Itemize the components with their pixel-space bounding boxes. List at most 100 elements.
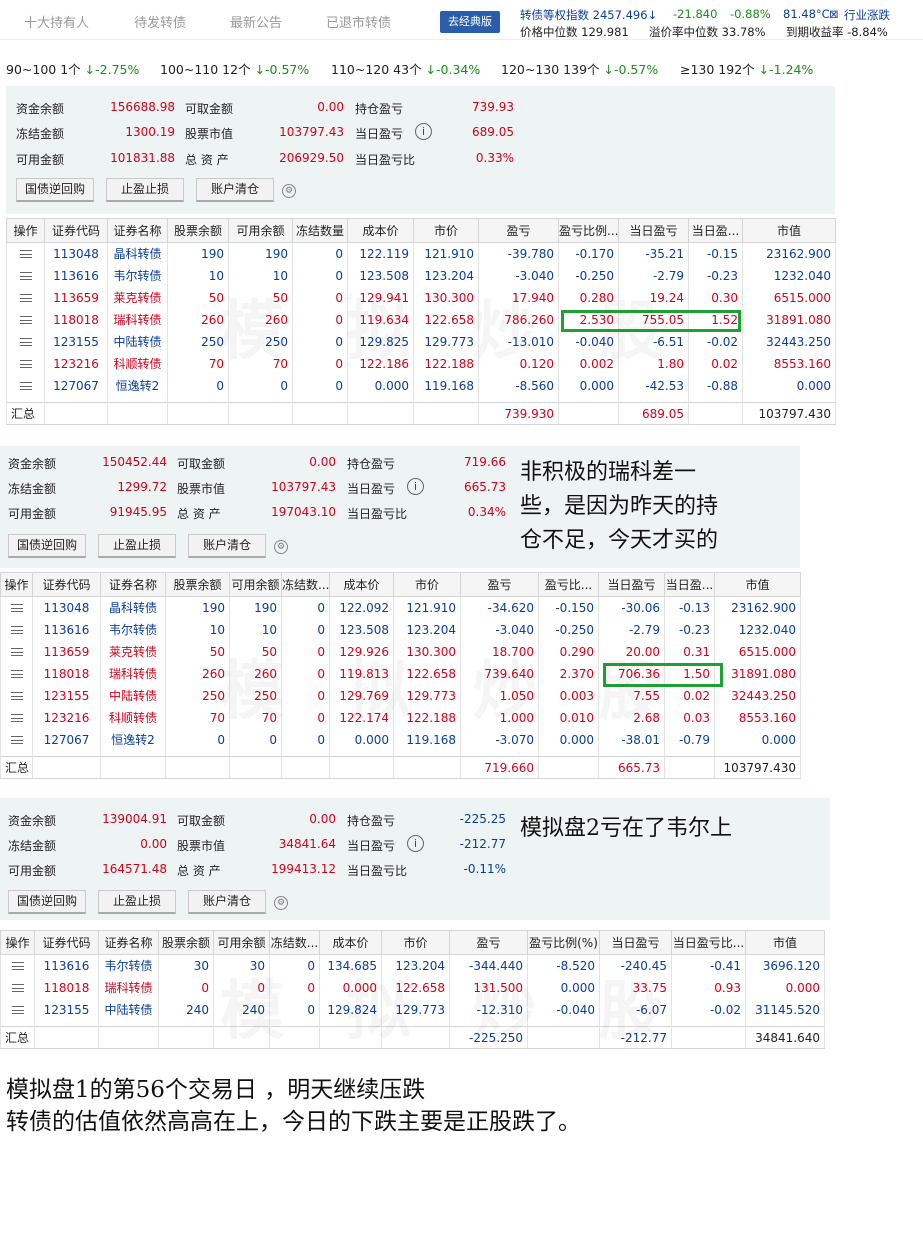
cell-name[interactable]: 中陆转债 bbox=[107, 330, 168, 353]
cell-name[interactable]: 恒逸转2 bbox=[100, 728, 166, 751]
column-header[interactable]: 市价 bbox=[381, 930, 450, 955]
column-header[interactable]: 股票余额 bbox=[158, 930, 214, 955]
column-header[interactable]: 盈亏比例(%) bbox=[527, 930, 600, 955]
column-header[interactable]: 市值 bbox=[742, 218, 836, 243]
column-header[interactable]: 市价 bbox=[413, 218, 479, 243]
cell-code[interactable]: 113659 bbox=[44, 286, 108, 309]
cell-name[interactable]: 韦尔转债 bbox=[107, 264, 168, 287]
column-header[interactable]: 操作 bbox=[0, 930, 35, 955]
column-header[interactable]: 冻结数量 bbox=[292, 218, 348, 243]
row-menu-icon[interactable] bbox=[6, 242, 45, 265]
column-header[interactable]: 证券代码 bbox=[44, 218, 108, 243]
row-menu-icon[interactable] bbox=[0, 662, 33, 685]
row-menu-icon[interactable] bbox=[0, 954, 35, 977]
stop-profit-loss-button[interactable]: 止盈止损 bbox=[98, 534, 176, 558]
column-header[interactable]: 成本价 bbox=[319, 930, 382, 955]
treasury-repo-button[interactable]: 国债逆回购 bbox=[16, 178, 94, 202]
column-header[interactable]: 可用余额 bbox=[228, 218, 293, 243]
classic-version-button[interactable]: 去经典版 bbox=[440, 11, 500, 33]
clear-account-button[interactable]: 账户清仓 bbox=[196, 178, 274, 202]
column-header[interactable]: 成本价 bbox=[347, 218, 414, 243]
table-row[interactable]: 127067 恒逸转2 0 0 0 0.000 119.168 -8.560 0.000 -42.… bbox=[6, 374, 836, 397]
settings-gear-icon[interactable]: ⚙ bbox=[282, 184, 296, 198]
treasury-repo-button[interactable]: 国债逆回购 bbox=[8, 890, 86, 914]
row-menu-icon[interactable] bbox=[0, 976, 35, 999]
row-menu-icon[interactable] bbox=[0, 640, 33, 663]
row-menu-icon[interactable] bbox=[0, 706, 33, 729]
table-row[interactable]: 113048 晶科转债 190 190 0 122.119 121.910 -39.780 -0… bbox=[6, 242, 836, 265]
cell-name[interactable]: 瑞科转债 bbox=[98, 976, 159, 999]
clear-account-button[interactable]: 账户清仓 bbox=[188, 534, 266, 558]
chart-icon[interactable]: ⊠ bbox=[829, 7, 839, 21]
info-icon[interactable]: i bbox=[415, 123, 432, 140]
column-header[interactable]: 市值 bbox=[745, 930, 825, 955]
cell-code[interactable]: 123155 bbox=[34, 998, 99, 1021]
table-row[interactable]: 113048 晶科转债 190 190 0 122.092 121.910 -34.620 -0… bbox=[0, 596, 801, 619]
cell-name[interactable]: 瑞科转债 bbox=[100, 662, 166, 685]
column-header[interactable]: 盈亏比例... bbox=[558, 218, 619, 243]
cell-name[interactable]: 晶科转债 bbox=[100, 596, 166, 619]
column-header[interactable]: 当日盈... bbox=[688, 218, 743, 243]
cell-code[interactable]: 123155 bbox=[32, 684, 101, 707]
column-header[interactable]: 当日盈... bbox=[664, 572, 715, 597]
column-header[interactable]: 当日盈亏 bbox=[599, 930, 672, 955]
column-header[interactable]: 当日盈亏比... bbox=[671, 930, 746, 955]
tab-delisted[interactable]: 已退市转债 bbox=[326, 12, 391, 31]
cell-code[interactable]: 113659 bbox=[32, 640, 101, 663]
row-menu-icon[interactable] bbox=[6, 352, 45, 375]
cell-code[interactable]: 127067 bbox=[44, 374, 108, 397]
settings-gear-icon[interactable]: ⚙ bbox=[274, 896, 288, 910]
cell-code[interactable]: 118018 bbox=[32, 662, 101, 685]
cell-code[interactable]: 118018 bbox=[44, 308, 108, 331]
cell-code[interactable]: 118018 bbox=[34, 976, 99, 999]
stop-profit-loss-button[interactable]: 止盈止损 bbox=[106, 178, 184, 202]
row-menu-icon[interactable] bbox=[6, 286, 45, 309]
info-icon[interactable]: i bbox=[407, 835, 424, 852]
column-header[interactable]: 盈亏 bbox=[449, 930, 528, 955]
row-menu-icon[interactable] bbox=[0, 998, 35, 1021]
row-menu-icon[interactable] bbox=[6, 308, 45, 331]
cell-code[interactable]: 123216 bbox=[32, 706, 101, 729]
column-header[interactable]: 可用余额 bbox=[229, 572, 282, 597]
column-header[interactable]: 证券代码 bbox=[32, 572, 101, 597]
row-menu-icon[interactable] bbox=[0, 728, 33, 751]
clear-account-button[interactable]: 账户清仓 bbox=[188, 890, 266, 914]
stop-profit-loss-button[interactable]: 止盈止损 bbox=[98, 890, 176, 914]
column-header[interactable]: 市值 bbox=[714, 572, 801, 597]
column-header[interactable]: 证券代码 bbox=[34, 930, 99, 955]
cell-code[interactable]: 113048 bbox=[32, 596, 101, 619]
column-header[interactable]: 盈亏 bbox=[460, 572, 539, 597]
industry-link[interactable]: 行业涨跌 bbox=[844, 7, 890, 23]
row-menu-icon[interactable] bbox=[6, 264, 45, 287]
column-header[interactable]: 证券名称 bbox=[98, 930, 159, 955]
column-header[interactable]: 市价 bbox=[393, 572, 461, 597]
column-header[interactable]: 证券名称 bbox=[100, 572, 166, 597]
column-header[interactable]: 盈亏 bbox=[478, 218, 559, 243]
tab-top-holders[interactable]: 十大持有人 bbox=[24, 12, 89, 31]
cell-name[interactable]: 韦尔转债 bbox=[100, 618, 166, 641]
column-header[interactable]: 冻结数... bbox=[269, 930, 320, 955]
cell-name[interactable]: 恒逸转2 bbox=[107, 374, 168, 397]
row-menu-icon[interactable] bbox=[6, 374, 45, 397]
cell-name[interactable]: 韦尔转债 bbox=[98, 954, 159, 977]
cell-name[interactable]: 科顺转债 bbox=[100, 706, 166, 729]
cell-code[interactable]: 113616 bbox=[34, 954, 99, 977]
column-header[interactable]: 股票余额 bbox=[167, 218, 229, 243]
cell-code[interactable]: 113616 bbox=[44, 264, 108, 287]
cell-name[interactable]: 晶科转债 bbox=[107, 242, 168, 265]
column-header[interactable]: 操作 bbox=[6, 218, 45, 243]
settings-gear-icon[interactable]: ⚙ bbox=[274, 540, 288, 554]
cell-name[interactable]: 莱克转债 bbox=[107, 286, 168, 309]
column-header[interactable]: 当日盈亏 bbox=[618, 218, 689, 243]
cell-name[interactable]: 瑞科转债 bbox=[107, 308, 168, 331]
row-menu-icon[interactable] bbox=[0, 684, 33, 707]
column-header[interactable]: 冻结数... bbox=[281, 572, 330, 597]
row-menu-icon[interactable] bbox=[0, 596, 33, 619]
tab-latest-announcements[interactable]: 最新公告 bbox=[230, 12, 282, 31]
cell-code[interactable]: 113048 bbox=[44, 242, 108, 265]
column-header[interactable]: 盈亏比... bbox=[538, 572, 599, 597]
cell-code[interactable]: 123155 bbox=[44, 330, 108, 353]
cell-code[interactable]: 127067 bbox=[32, 728, 101, 751]
treasury-repo-button[interactable]: 国债逆回购 bbox=[8, 534, 86, 558]
column-header[interactable]: 成本价 bbox=[329, 572, 394, 597]
